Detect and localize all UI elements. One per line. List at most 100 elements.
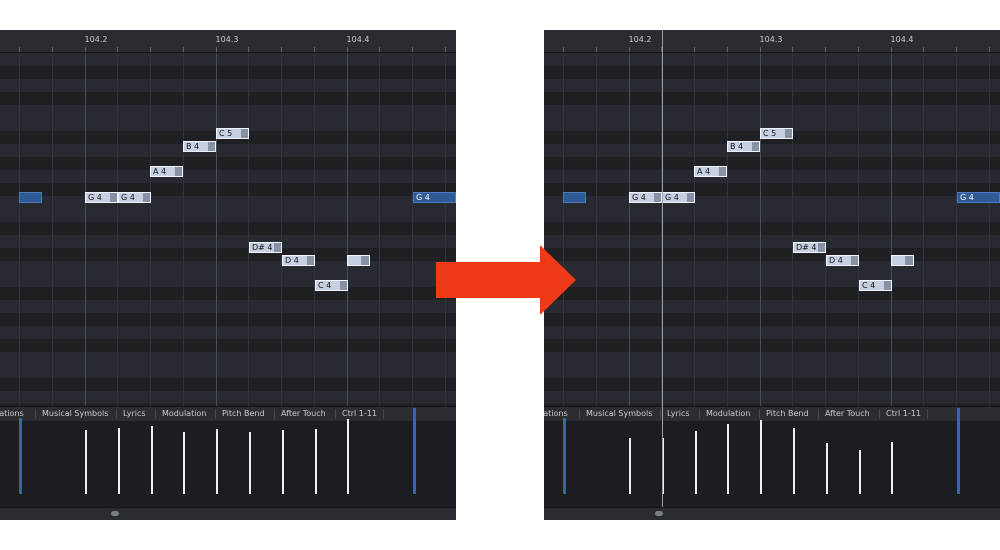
grid-line <box>825 53 826 406</box>
midi-note-selected[interactable] <box>563 192 586 203</box>
pitch-row <box>544 92 1000 105</box>
midi-note[interactable]: B 4 <box>727 141 760 152</box>
velocity-bar[interactable] <box>85 430 87 494</box>
playhead-cursor[interactable] <box>662 30 663 508</box>
pitch-row <box>544 274 1000 287</box>
grid-line <box>281 53 282 406</box>
horizontal-scrollbar[interactable] <box>544 507 1000 520</box>
midi-note[interactable]: A 4 <box>694 166 727 177</box>
velocity-bar[interactable] <box>760 420 762 494</box>
pitch-row <box>0 66 456 79</box>
pitch-row <box>544 287 1000 300</box>
note-grid[interactable] <box>0 53 456 417</box>
tab-divider <box>660 409 661 419</box>
grid-line <box>760 53 761 406</box>
note-grid[interactable] <box>544 53 1000 417</box>
midi-note-selected[interactable]: G 4 <box>413 192 456 203</box>
tab-after-touch[interactable]: After Touch <box>825 409 870 418</box>
midi-note[interactable]: G 4 <box>85 192 118 203</box>
tab-lyrics[interactable]: Lyrics <box>123 409 146 418</box>
tab-variations[interactable]: iations <box>544 409 568 418</box>
midi-note[interactable]: D# 4 <box>249 242 282 253</box>
velocity-bar[interactable] <box>859 450 861 494</box>
tab-modulation[interactable]: Modulation <box>162 409 206 418</box>
velocity-lane[interactable] <box>0 408 456 507</box>
velocity-bar[interactable] <box>347 419 349 494</box>
midi-note[interactable]: G 4 <box>662 192 695 203</box>
midi-note[interactable]: D# 4 <box>793 242 826 253</box>
velocity-bar[interactable] <box>793 428 795 494</box>
ruler-tick <box>183 47 184 52</box>
velocity-bar[interactable] <box>891 442 893 494</box>
pitch-row <box>544 157 1000 170</box>
tab-divider <box>116 409 117 419</box>
pitch-row <box>544 79 1000 92</box>
scrollbar-thumb[interactable] <box>111 511 119 516</box>
ruler-label: 104.3 <box>215 35 239 44</box>
pitch-row <box>0 183 456 196</box>
timeline-ruler[interactable]: 104.2 104.3 104.4 <box>0 30 456 53</box>
pitch-row <box>544 365 1000 378</box>
midi-note[interactable] <box>891 255 914 266</box>
scrollbar-thumb[interactable] <box>655 511 663 516</box>
velocity-bar-selected[interactable] <box>19 418 22 494</box>
midi-note[interactable]: D 4 <box>826 255 859 266</box>
grid-line <box>923 53 924 406</box>
velocity-bar[interactable] <box>315 429 317 494</box>
pitch-row <box>0 248 456 261</box>
grid-line <box>52 53 53 406</box>
grid-line <box>858 53 859 406</box>
midi-note[interactable] <box>347 255 370 266</box>
velocity-bar[interactable] <box>118 428 120 494</box>
midi-note[interactable]: C 4 <box>859 280 892 291</box>
velocity-bar[interactable] <box>249 432 251 494</box>
piano-roll-before: 104.2 104.3 104.4 C 5 B 4 A 4 G 4 G 4 G … <box>0 30 456 520</box>
midi-note[interactable]: C 5 <box>216 128 249 139</box>
ruler-tick <box>792 47 793 52</box>
midi-note[interactable]: D 4 <box>282 255 315 266</box>
midi-note[interactable]: G 4 <box>118 192 151 203</box>
velocity-bar[interactable] <box>695 431 697 494</box>
tab-lyrics[interactable]: Lyrics <box>667 409 690 418</box>
tab-pitch-bend[interactable]: Pitch Bend <box>766 409 809 418</box>
ruler-tick <box>923 47 924 52</box>
midi-note[interactable]: G 4 <box>629 192 662 203</box>
ruler-tick <box>629 47 630 52</box>
tab-ctrl-1-11[interactable]: Ctrl 1-11 <box>342 409 377 418</box>
ruler-tick <box>956 47 957 52</box>
tab-musical-symbols[interactable]: Musical Symbols <box>42 409 108 418</box>
velocity-bar-selected[interactable] <box>413 408 416 494</box>
tab-divider <box>579 409 580 419</box>
tab-modulation[interactable]: Modulation <box>706 409 750 418</box>
grid-line <box>792 53 793 406</box>
velocity-bar[interactable] <box>727 424 729 494</box>
midi-note[interactable]: B 4 <box>183 141 216 152</box>
velocity-bar-selected[interactable] <box>957 408 960 494</box>
tab-variations[interactable]: iations <box>0 409 24 418</box>
velocity-bar[interactable] <box>629 438 631 494</box>
tab-musical-symbols[interactable]: Musical Symbols <box>586 409 652 418</box>
midi-note-selected[interactable] <box>19 192 42 203</box>
velocity-bar-selected[interactable] <box>563 418 566 494</box>
velocity-bar[interactable] <box>826 443 828 494</box>
velocity-bar[interactable] <box>151 426 153 494</box>
midi-note[interactable]: A 4 <box>150 166 183 177</box>
midi-note[interactable]: C 5 <box>760 128 793 139</box>
ruler-tick <box>150 47 151 52</box>
velocity-lane[interactable] <box>544 408 1000 507</box>
tab-after-touch[interactable]: After Touch <box>281 409 326 418</box>
velocity-bar[interactable] <box>183 432 185 494</box>
velocity-bar[interactable] <box>282 430 284 494</box>
timeline-ruler[interactable]: 104.2 104.3 104.4 <box>544 30 1000 53</box>
velocity-bar[interactable] <box>216 429 218 494</box>
ruler-tick <box>989 47 990 52</box>
midi-note[interactable]: C 4 <box>315 280 348 291</box>
midi-note-selected[interactable]: G 4 <box>957 192 1000 203</box>
pitch-row <box>0 222 456 235</box>
tab-divider <box>699 409 700 419</box>
tab-pitch-bend[interactable]: Pitch Bend <box>222 409 265 418</box>
pitch-row <box>0 378 456 391</box>
horizontal-scrollbar[interactable] <box>0 507 456 520</box>
pitch-row <box>544 339 1000 352</box>
tab-ctrl-1-11[interactable]: Ctrl 1-11 <box>886 409 921 418</box>
